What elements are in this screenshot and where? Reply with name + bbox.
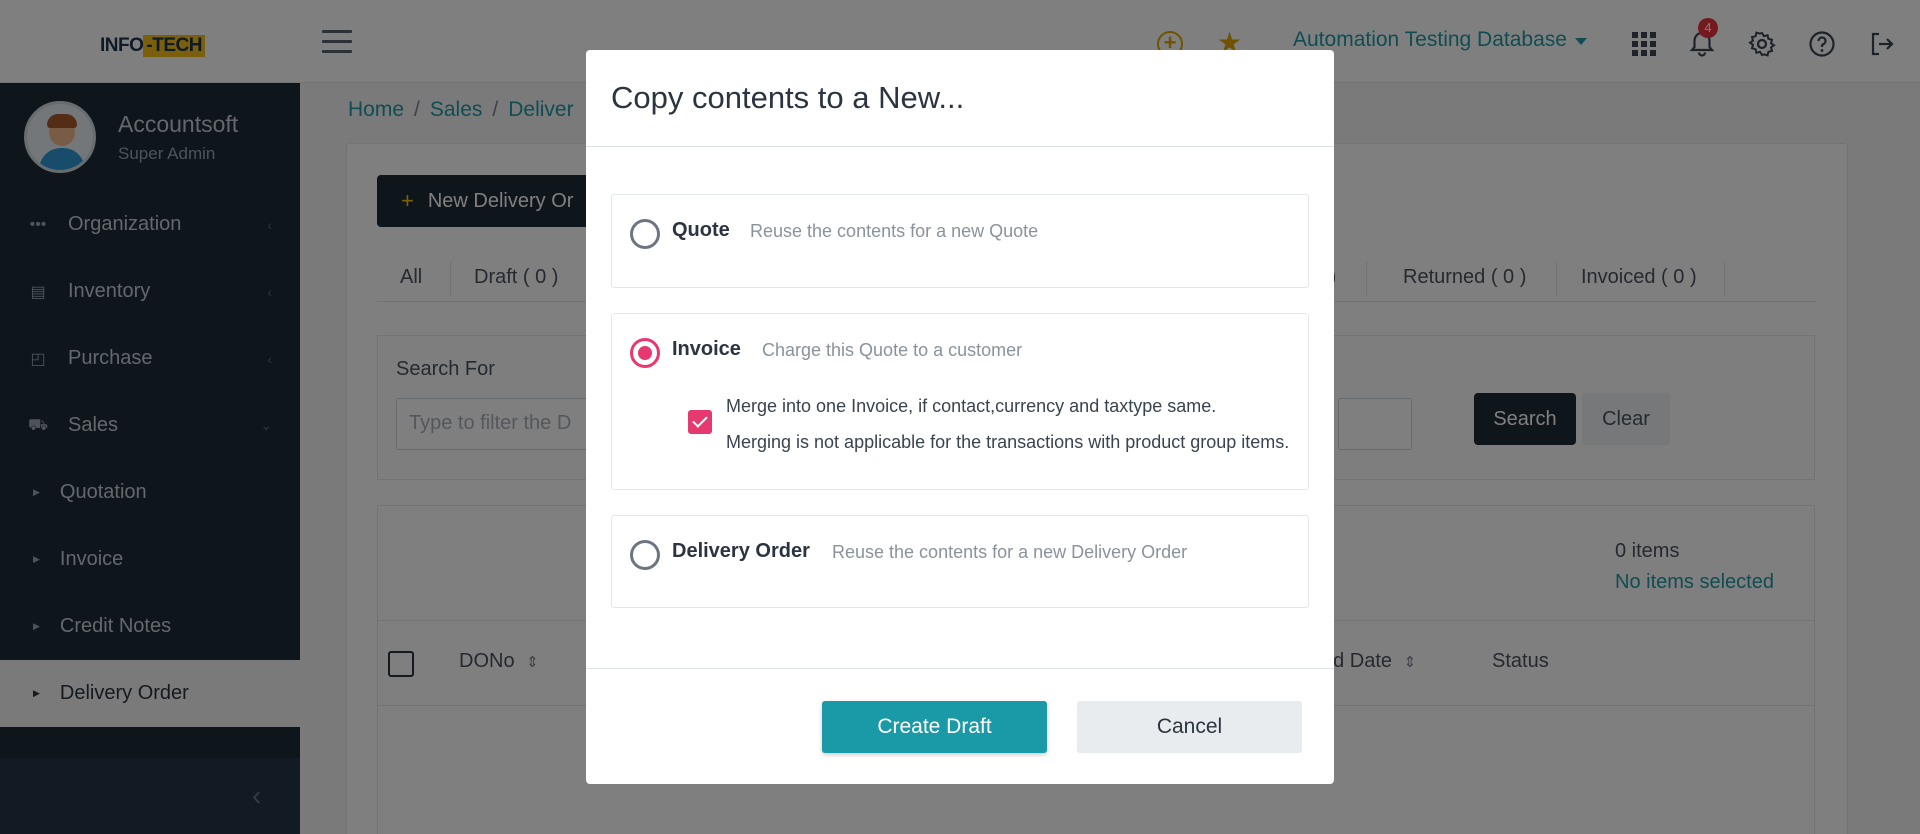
- option-description: Reuse the contents for a new Quote: [750, 221, 1039, 241]
- option-title: Quote: [672, 219, 730, 241]
- delivery-order-radio[interactable]: [630, 540, 660, 570]
- merge-label: Merge into one Invoice, if contact,curre…: [726, 396, 1217, 416]
- option-quote[interactable]: Quote Reuse the contents for a new Quote: [611, 194, 1309, 288]
- option-invoice[interactable]: Invoice Charge this Quote to a customer …: [611, 313, 1309, 490]
- option-delivery-order[interactable]: Delivery Order Reuse the contents for a …: [611, 515, 1309, 608]
- invoice-radio[interactable]: [630, 338, 660, 368]
- option-title: Delivery Order: [672, 540, 810, 562]
- modal-title: Copy contents to a New...: [611, 80, 965, 115]
- merge-checkbox[interactable]: [688, 410, 712, 434]
- modal-footer-divider: [586, 668, 1334, 669]
- quote-radio[interactable]: [630, 219, 660, 249]
- option-description: Charge this Quote to a customer: [762, 340, 1023, 360]
- modal-divider: [586, 146, 1334, 147]
- option-description: Reuse the contents for a new Delivery Or…: [832, 542, 1188, 562]
- option-title: Invoice: [672, 338, 741, 360]
- cancel-button[interactable]: Cancel: [1077, 701, 1302, 753]
- merge-note: Merging is not applicable for the transa…: [726, 432, 1290, 452]
- copy-contents-modal: Copy contents to a New... Quote Reuse th…: [586, 50, 1334, 784]
- create-draft-button[interactable]: Create Draft: [822, 701, 1047, 753]
